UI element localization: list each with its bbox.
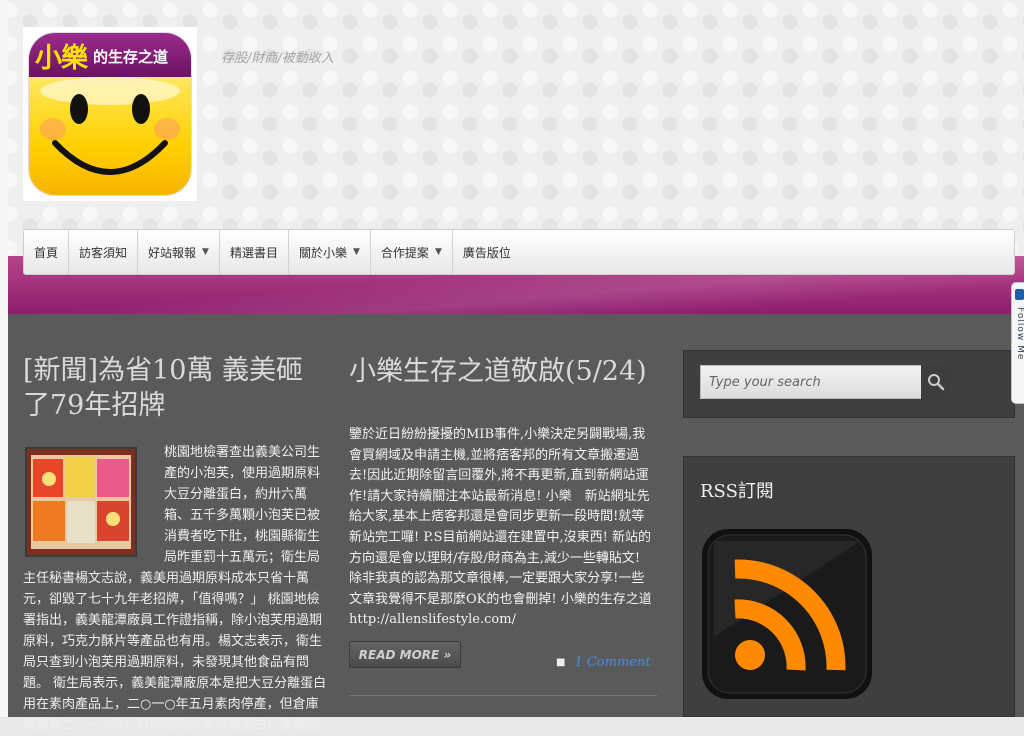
- search-button[interactable]: [921, 365, 951, 399]
- post-excerpt-text: 鑒於近日紛紛擾擾的MIB事件,小樂決定另闢戰場,我會買網域及申請主機,並將痞客邦…: [349, 427, 652, 607]
- comments-link[interactable]: ■ 1 Comment: [556, 655, 651, 670]
- nav-item-cooperation[interactable]: 合作提案 ▼: [371, 230, 453, 274]
- nav-label: 廣告版位: [462, 245, 511, 260]
- nav-item-home[interactable]: 首頁: [24, 230, 70, 274]
- nav-item-book-list[interactable]: 精選書目: [220, 230, 289, 274]
- nav-label: 好站報報: [148, 245, 197, 260]
- chevron-down-icon: ▼: [202, 247, 209, 257]
- nav-label: 精選書目: [229, 245, 278, 260]
- nav-item-ad-space[interactable]: 廣告版位: [453, 230, 521, 274]
- post-divider: [349, 695, 657, 696]
- site-logo[interactable]: 小樂 的生存之道: [23, 27, 197, 201]
- logo-small-text: 的生存之道: [93, 48, 169, 66]
- rss-widget: RSS訂閱: [683, 456, 1015, 717]
- nav-label: 首頁: [34, 245, 59, 260]
- post-link[interactable]: http://allenslifestyle.com/: [349, 612, 516, 627]
- post-excerpt: 鑒於近日紛紛擾擾的MIB事件,小樂決定另闢戰場,我會買網域及申請主機,並將痞客邦…: [349, 425, 657, 631]
- post-thumbnail[interactable]: [25, 447, 137, 557]
- product-shelf-image: [27, 449, 135, 555]
- nav-item-about[interactable]: 關於小樂 ▼: [289, 230, 371, 274]
- comment-bubble-icon: ■: [556, 657, 566, 668]
- chevron-down-icon: ▼: [434, 247, 442, 257]
- comments-count: 1 Comment: [574, 655, 651, 670]
- follow-badge-icon: [1015, 289, 1024, 300]
- nav-label: 合作提案: [380, 245, 429, 260]
- page-left-edge: [0, 0, 8, 717]
- post-title[interactable]: [新聞]為省10萬 義美砸了79年招牌: [23, 353, 323, 423]
- post-title[interactable]: 小樂生存之道敬啟(5/24): [349, 354, 659, 389]
- logo-banner: 小樂 的生存之道: [29, 33, 191, 77]
- nav-item-site-reports[interactable]: 好站報報 ▼: [138, 230, 220, 274]
- follow-tab-label: Follow Me: [1015, 307, 1024, 361]
- rss-feed-icon[interactable]: [700, 527, 874, 701]
- nav-label: 關於小樂: [298, 245, 347, 260]
- main-nav: 首頁 訪客須知 好站報報 ▼ 精選書目 關於小樂 ▼ 合作提案 ▼ 廣告版位: [23, 229, 1015, 275]
- search-widget: [683, 350, 1015, 418]
- nav-label: 訪客須知: [79, 245, 128, 260]
- read-more-button[interactable]: READ MORE »: [349, 641, 461, 668]
- logo-big-text: 小樂: [35, 43, 88, 74]
- chevron-down-icon: ▼: [353, 247, 360, 257]
- rss-widget-title: RSS訂閱: [700, 481, 774, 502]
- follow-me-tab[interactable]: Follow Me: [1011, 282, 1024, 404]
- search-input[interactable]: [700, 365, 938, 399]
- site-tagline: 存股/財商/被動收入: [221, 51, 334, 66]
- smiley-face-icon: [40, 77, 180, 175]
- search-icon: [928, 374, 945, 391]
- nav-item-visitor-notice[interactable]: 訪客須知: [69, 230, 139, 274]
- smiley-logo-icon: 小樂 的生存之道: [29, 33, 191, 195]
